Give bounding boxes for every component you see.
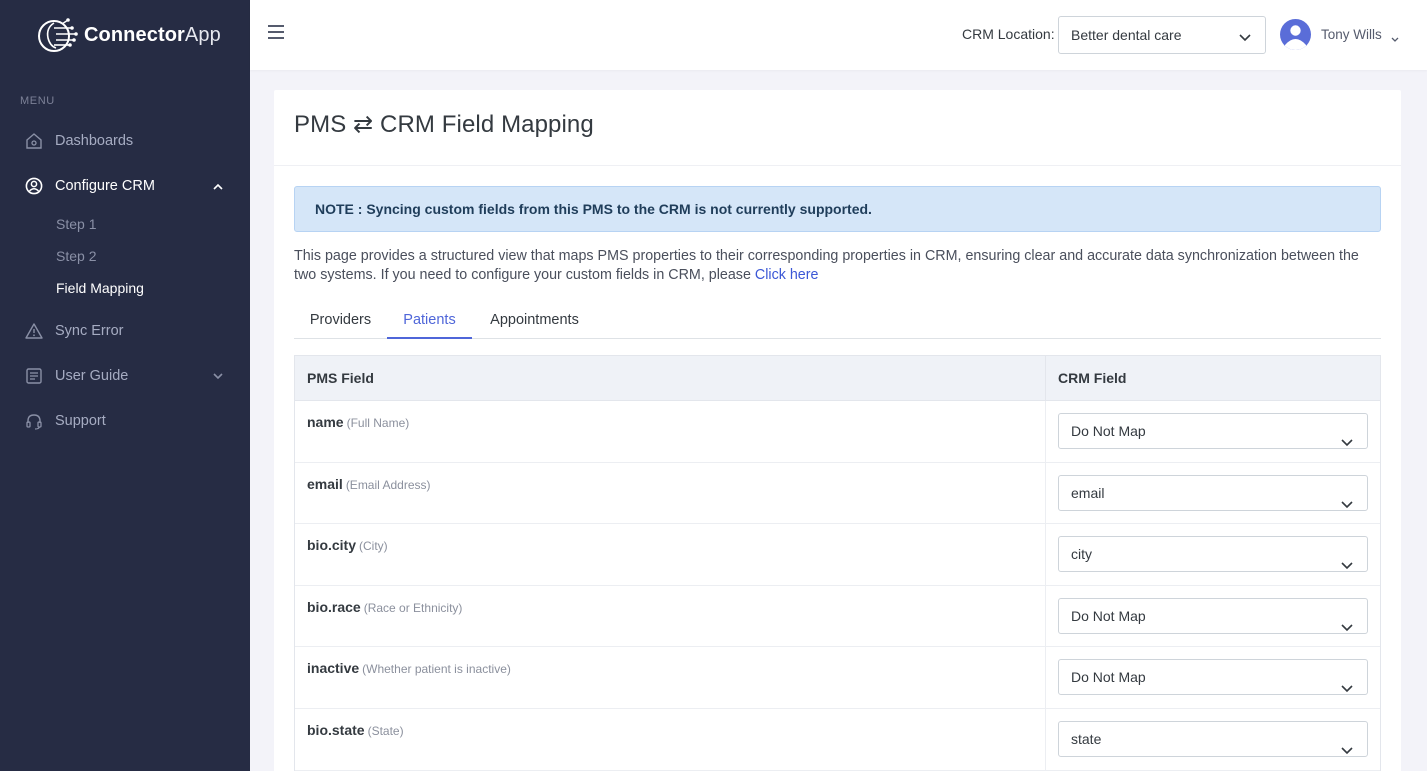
- menu-title: MENU: [20, 95, 55, 107]
- table-row: bio.state (State) state: [295, 708, 1380, 771]
- pms-field-description: (City): [359, 539, 388, 554]
- sidebar: ConnectorApp MENU Dashboards Configure C…: [0, 0, 250, 771]
- pms-field-name: bio.state: [307, 721, 365, 738]
- sidebar-item-configure-crm[interactable]: Configure CRM: [0, 163, 250, 208]
- chevron-down-icon: [1341, 671, 1353, 705]
- crm-field-cell: Do Not Map: [1046, 586, 1380, 647]
- table-row: bio.city (City) city: [295, 524, 1380, 586]
- sidebar-subitem-field-mapping[interactable]: Field Mapping: [0, 272, 250, 304]
- pms-field-description: (Whether patient is inactive): [362, 662, 511, 677]
- pms-field-name: bio.city: [307, 537, 357, 554]
- sidebar-item-support[interactable]: Support: [0, 398, 250, 443]
- chevron-down-icon: [1341, 548, 1353, 582]
- pms-field-description: (Race or Ethnicity): [363, 600, 463, 615]
- chevron-down-icon: [213, 368, 223, 384]
- sidebar-subitem-step-2[interactable]: Step 2: [0, 240, 250, 272]
- table-row: bio.race (Race or Ethnicity) Do Not Map: [295, 585, 1380, 648]
- crm-field-cell: state: [1046, 709, 1380, 770]
- crm-field-cell: Do Not Map: [1046, 401, 1380, 462]
- crm-field-cell: Do Not Map: [1046, 647, 1380, 708]
- chevron-down-icon: [1341, 733, 1353, 767]
- crm-field-select[interactable]: Do Not Map: [1058, 413, 1368, 449]
- chevron-down-icon[interactable]: [1391, 30, 1399, 46]
- chevron-down-icon: [1341, 425, 1353, 459]
- column-header-crm-field: CRM Field: [1058, 370, 1127, 386]
- pms-field-name: name: [307, 414, 344, 430]
- field-mapping-card: PMS ⇄ CRM Field Mapping NOTE : Syncing c…: [274, 90, 1401, 771]
- menu-toggle-icon[interactable]: [268, 25, 284, 39]
- sidebar-item-label: Support: [55, 412, 106, 429]
- sidebar-item-label: User Guide: [55, 367, 129, 384]
- pms-field-cell: bio.state (State): [295, 708, 1046, 770]
- pms-field-cell: inactive (Whether patient is inactive): [295, 647, 1046, 708]
- sidebar-item-label: Sync Error: [55, 322, 124, 339]
- pms-field-description: (Full Name): [346, 416, 410, 430]
- field-mapping-table: PMS Field CRM Field name (Full Name) Do N…: [294, 355, 1381, 771]
- user-icon: [1285, 25, 1306, 50]
- pms-field-name: email: [307, 475, 343, 492]
- chevron-up-icon: [213, 178, 223, 194]
- tab-appointments[interactable]: Appointments: [472, 302, 597, 338]
- crm-field-value: email: [1071, 484, 1105, 501]
- table-row: email (Email Address) email: [295, 462, 1380, 525]
- pms-field-name: bio.race: [307, 598, 361, 615]
- click-here-link[interactable]: Click here: [755, 267, 819, 283]
- crm-field-select[interactable]: city: [1058, 536, 1368, 573]
- warning-icon: [24, 321, 44, 341]
- sidebar-subitem-step-1[interactable]: Step 1: [0, 208, 250, 240]
- crm-field-select[interactable]: Do Not Map: [1058, 597, 1368, 634]
- crm-location-value: Better dental care: [1071, 27, 1182, 43]
- app-name: ConnectorApp: [84, 23, 221, 46]
- crm-location-label: CRM Location:: [962, 26, 1055, 42]
- pms-field-cell: bio.race (Race or Ethnicity): [295, 585, 1046, 647]
- circuit-logo-icon: [38, 18, 78, 52]
- page-title: PMS ⇄ CRM Field Mapping: [294, 111, 594, 138]
- user-circle-icon: [24, 176, 44, 196]
- user-name[interactable]: Tony Wills: [1321, 27, 1382, 42]
- pms-field-description: (Email Address): [345, 477, 431, 492]
- pms-field-cell: name (Full Name): [295, 401, 1046, 462]
- description-text: This page provides a structured view tha…: [294, 248, 1359, 283]
- pms-field-cell: email (Email Address): [295, 462, 1046, 524]
- crm-location-select[interactable]: Better dental care: [1058, 16, 1266, 54]
- crm-field-value: city: [1071, 546, 1092, 563]
- table-row: inactive (Whether patient is inactive) Do…: [295, 647, 1380, 709]
- crm-field-value: Do Not Map: [1071, 669, 1146, 686]
- mapping-tabs: Providers Patients Appointments: [294, 302, 1381, 339]
- pms-field-description: (State): [367, 723, 404, 738]
- pms-field-cell: bio.city (City): [295, 524, 1046, 585]
- home-icon: [24, 131, 44, 151]
- user-avatar[interactable]: [1280, 19, 1311, 50]
- crm-field-select[interactable]: state: [1058, 720, 1368, 757]
- topbar: CRM Location: Better dental care Tony Wi…: [250, 0, 1427, 70]
- crm-field-select[interactable]: Do Not Map: [1058, 659, 1368, 696]
- document-icon: [24, 366, 44, 386]
- chevron-down-icon: [1239, 29, 1251, 45]
- crm-field-select[interactable]: email: [1058, 474, 1368, 511]
- chevron-down-icon: [1341, 487, 1353, 521]
- sidebar-item-user-guide[interactable]: User Guide: [0, 353, 250, 398]
- page-description: This page provides a structured view tha…: [294, 247, 1381, 285]
- crm-field-cell: city: [1046, 524, 1380, 585]
- crm-field-value: Do Not Map: [1071, 423, 1146, 439]
- card-header: PMS ⇄ CRM Field Mapping: [274, 90, 1401, 166]
- crm-field-value: state: [1071, 730, 1102, 747]
- crm-field-cell: email: [1046, 463, 1380, 524]
- chevron-down-icon: [1341, 610, 1353, 644]
- table-row: name (Full Name) Do Not Map: [295, 401, 1380, 463]
- column-header-pms-field: PMS Field: [295, 356, 1046, 400]
- sidebar-item-label: Configure CRM: [55, 177, 155, 194]
- tab-patients[interactable]: Patients: [387, 302, 472, 339]
- app-logo[interactable]: ConnectorApp: [0, 0, 250, 70]
- sidebar-item-label: Dashboards: [55, 132, 134, 149]
- pms-field-name: inactive: [307, 660, 360, 677]
- sidebar-item-dashboards[interactable]: Dashboards: [0, 118, 250, 163]
- crm-field-value: Do Not Map: [1071, 607, 1146, 624]
- note-alert: NOTE : Syncing custom fields from this P…: [294, 186, 1381, 232]
- tab-providers[interactable]: Providers: [294, 302, 387, 338]
- table-header: PMS Field CRM Field: [295, 356, 1380, 401]
- headset-icon: [24, 411, 44, 431]
- sidebar-item-sync-error[interactable]: Sync Error: [0, 308, 250, 353]
